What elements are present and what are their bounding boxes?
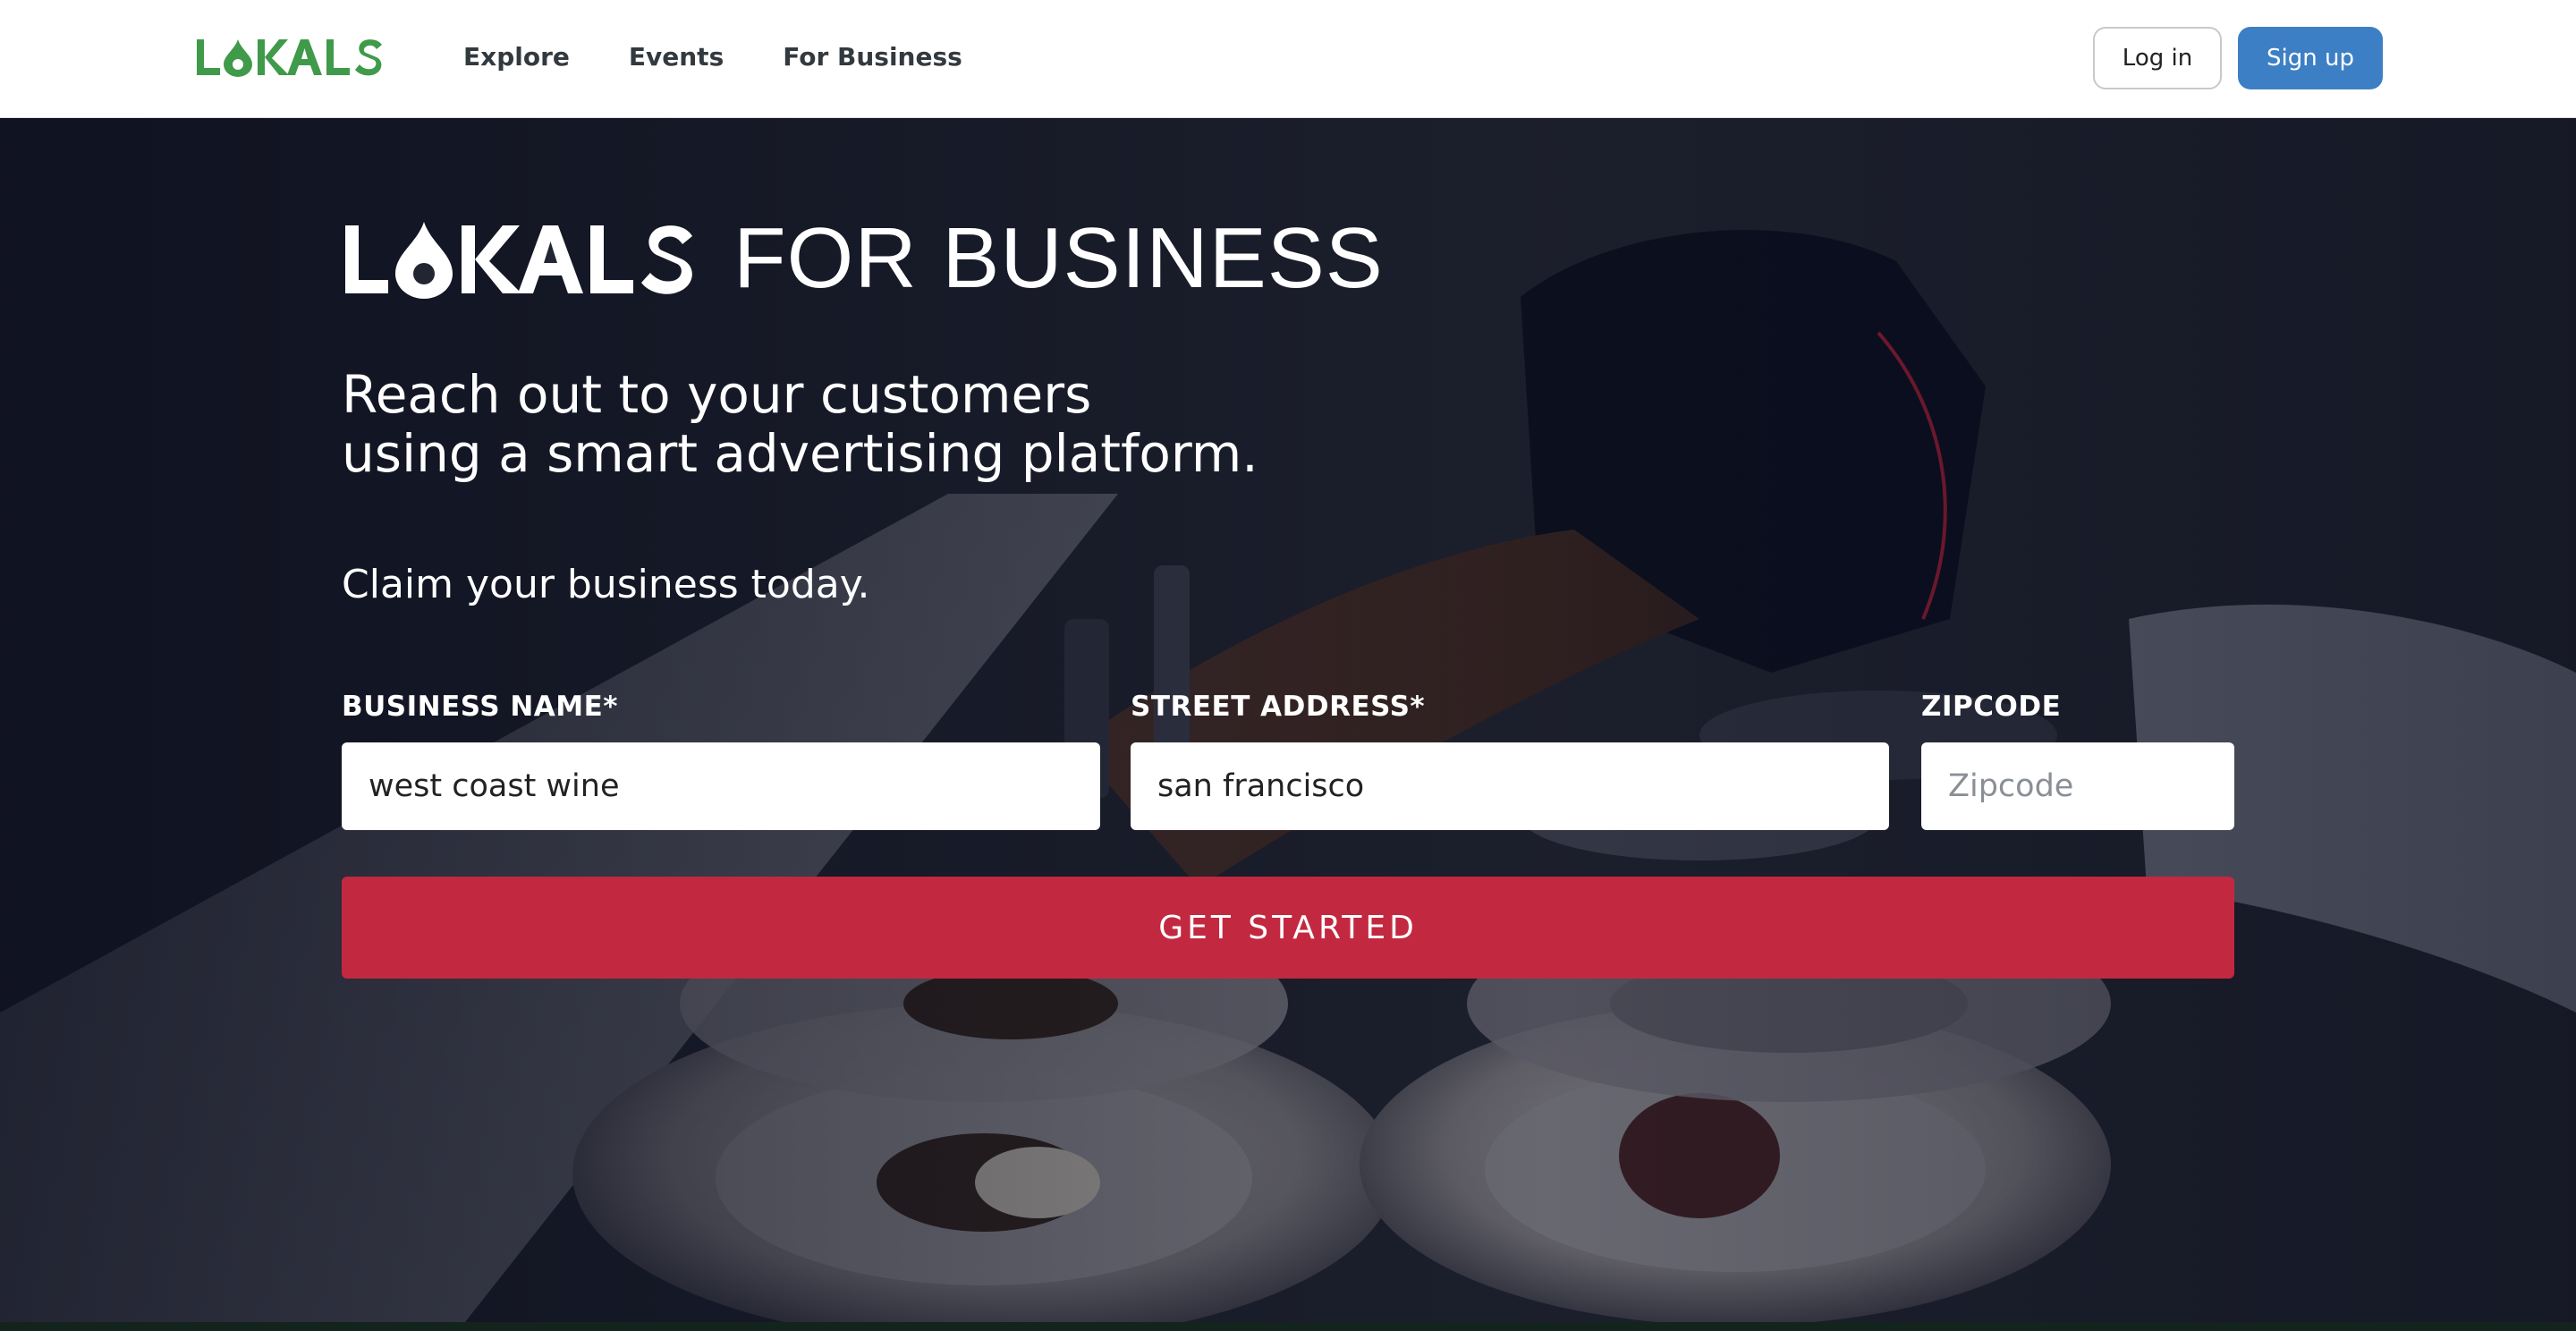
lokals-hero-logo	[342, 218, 699, 299]
street-address-input[interactable]	[1131, 742, 1889, 830]
login-button[interactable]: Log in	[2093, 27, 2222, 89]
hero-claim-text: Claim your business today.	[342, 562, 870, 607]
nav-for-business[interactable]: For Business	[783, 39, 962, 75]
nav-events[interactable]: Events	[629, 39, 724, 75]
lokals-hero-logo-icon	[345, 222, 692, 299]
nav-explore[interactable]: Explore	[463, 39, 570, 75]
lokals-logo-icon	[197, 39, 382, 77]
main-nav: Explore Events For Business	[463, 39, 962, 75]
hero-section: FOR BUSINESS Reach out to your customers…	[0, 118, 2576, 1322]
business-name-input[interactable]	[342, 742, 1100, 830]
get-started-button[interactable]: GET STARTED	[342, 877, 2234, 979]
street-address-label: STREET ADDRESS*	[1131, 691, 1426, 723]
signup-button[interactable]: Sign up	[2238, 27, 2383, 89]
top-navbar: Explore Events For Business Log in Sign …	[0, 0, 2576, 118]
hero-tagline-line1: Reach out to your customers	[342, 364, 1092, 425]
hero-title-text: FOR BUSINESS	[733, 210, 1384, 306]
zipcode-input[interactable]	[1921, 742, 2234, 830]
page-bottom-divider	[0, 1322, 2576, 1331]
business-name-label: BUSINESS NAME*	[342, 691, 619, 723]
hero-tagline-line2: using a smart advertising platform.	[342, 423, 1258, 484]
hero-title: FOR BUSINESS	[342, 210, 1384, 306]
hero-tagline: Reach out to your customers using a smar…	[342, 365, 1415, 483]
lokals-logo[interactable]	[195, 36, 385, 79]
zipcode-label: ZIPCODE	[1921, 691, 2062, 723]
